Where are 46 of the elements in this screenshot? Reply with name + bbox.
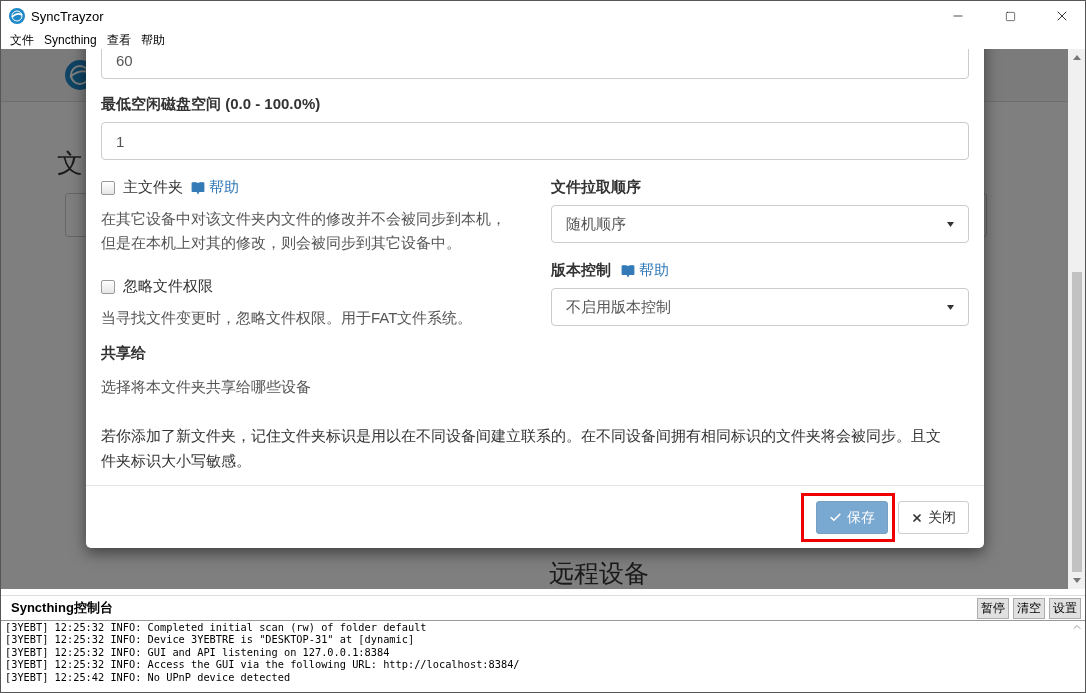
close-icon [911, 511, 923, 524]
help-link[interactable]: 帮助 [621, 261, 669, 280]
share-description: 选择将本文件夹共享给哪些设备 [101, 377, 312, 397]
field-label: 版本控制 [551, 261, 611, 280]
console-button[interactable]: 设置 [1049, 597, 1081, 619]
page-heading: 文 [57, 147, 83, 180]
check-icon [829, 511, 842, 524]
input-field[interactable]: 1 [101, 122, 969, 160]
menu-item[interactable]: 帮助 [135, 31, 170, 49]
select-field[interactable]: 不启用版本控制 [551, 288, 969, 326]
checkbox[interactable] [101, 180, 115, 195]
console-title: Syncthing控制台 [11, 599, 114, 617]
section-label: 共享给 [101, 344, 147, 363]
option-description: 当寻找文件变更时，忽略文件权限。用于FAT文件系统。 [101, 308, 474, 328]
log-line: [3YEBT] 12:25:32 INFO: Access the GUI via the following URL: http://localhost:8384/ [5, 658, 521, 671]
scroll-down-icon[interactable] [1072, 578, 1081, 583]
checkbox-label: 忽略文件权限 [123, 277, 213, 296]
maximize-icon [1004, 10, 1016, 22]
caret-icon [947, 304, 954, 310]
field-label: 最低空闲磁盘空间 (0.0 - 100.0%) [101, 95, 321, 114]
caret-icon [947, 221, 954, 227]
input-field[interactable]: 60 [101, 49, 969, 79]
window-title: SyncTrayzor [31, 8, 105, 24]
console-button[interactable]: 暂停 [977, 597, 1009, 619]
close-button[interactable]: 关闭 [898, 501, 969, 534]
menu-item[interactable]: 查看 [101, 31, 136, 49]
log-line: [3YEBT] 12:25:32 INFO: Completed initial scan (rw) of folder default [5, 621, 428, 634]
field-label: 文件拉取顺序 [551, 178, 641, 197]
console-button[interactable]: 清空 [1013, 597, 1045, 619]
book-icon [621, 263, 635, 278]
book-icon [191, 180, 205, 195]
scrollbar[interactable] [1068, 49, 1085, 589]
log-line: [3YEBT] 12:25:32 INFO: Device 3YEBTRE is "DESKTOP-31" at [dynamic] [5, 633, 416, 646]
checkbox[interactable] [101, 279, 115, 294]
scroll-up-icon[interactable] [1072, 55, 1081, 60]
note-text: 若你添加了新文件夹，记住文件夹标识是用以在不同设备间建立联系的。在不同设备间拥有相同标识的文件夹将会被同步。且文件夹标识大小写敏感。 [101, 426, 941, 471]
select-field[interactable]: 随机顺序 [551, 205, 969, 243]
checkbox-label: 主文件夹 [123, 178, 183, 197]
menu-item[interactable]: Syncthing [39, 33, 102, 47]
help-link[interactable]: 帮助 [191, 178, 239, 197]
section-heading: 远程设备 [549, 558, 649, 589]
app-logo-icon [9, 8, 25, 24]
log-line: [3YEBT] 12:25:42 INFO: No UPnP device detected [5, 670, 292, 684]
menu-item[interactable]: 文件 [5, 31, 39, 49]
option-description: 在其它设备中对该文件夹内文件的修改并不会被同步到本机，但是在本机上对其的修改，则会被同步到其它设备中。 [101, 209, 507, 253]
log-line: [3YEBT] 12:25:32 INFO: GUI and API listening on 127.0.0.1:8384 [5, 645, 391, 659]
